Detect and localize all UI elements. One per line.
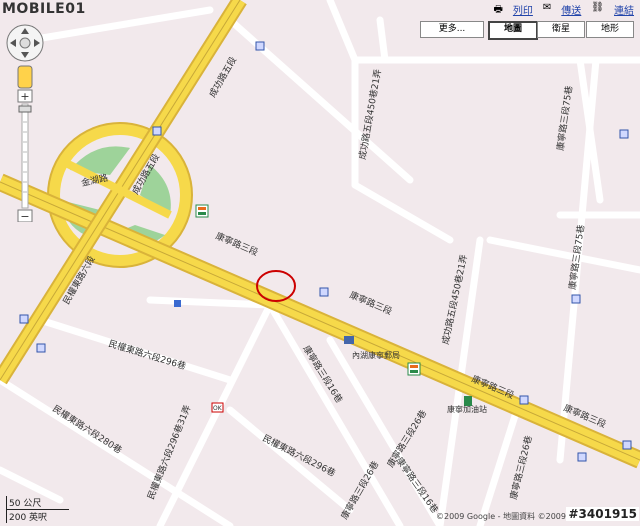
zoom-out-label: − <box>20 210 29 222</box>
link-link[interactable]: 連結 <box>614 2 634 19</box>
poi-ok-mart[interactable]: OK <box>211 402 224 413</box>
zoom-in-label: + <box>20 90 29 103</box>
poi-gas-station-label: 康寧加油站 <box>447 404 487 414</box>
map-type-terrain-button[interactable]: 地形 <box>586 21 634 38</box>
top-links: 🖶 列印 ✉ 傳送 ⛓ 連結 <box>493 2 634 19</box>
hand-icon[interactable] <box>19 37 31 49</box>
pegman-icon[interactable] <box>17 65 33 89</box>
poi-seven-eleven-b[interactable] <box>407 362 421 376</box>
zoom-slider-handle[interactable] <box>18 105 32 113</box>
parking-icon[interactable] <box>174 300 181 307</box>
poi-seven-eleven-a[interactable] <box>195 204 209 218</box>
map-canvas[interactable]: 成功路五段 成功路五段 成功路五段450巷21弄 金湖路 康寧路三段 康寧路三段… <box>0 0 640 526</box>
map-type-map-button[interactable]: 地圖 <box>488 21 538 40</box>
scale-imperial: 200 英呎 <box>6 510 69 523</box>
map-type-satellite-button[interactable]: 衛星 <box>537 21 585 38</box>
email-link[interactable]: 傳送 <box>561 2 581 19</box>
site-logo: MOBILE01 <box>2 1 86 17</box>
email-icon: ✉ <box>542 2 552 13</box>
print-icon: 🖶 <box>493 4 503 15</box>
scale-metric: 50 公尺 <box>6 496 69 510</box>
poi-post-office-label: 內湖康寧郵局 <box>352 350 400 360</box>
link-icon: ⛓ <box>591 2 604 13</box>
print-link[interactable]: 列印 <box>513 2 533 19</box>
scale-bar: 50 公尺 200 英呎 <box>6 496 69 523</box>
more-button[interactable]: 更多... <box>420 21 484 38</box>
nav-controls: + − <box>6 24 44 222</box>
watermark: #3401915 <box>566 507 639 521</box>
poi-ok-mart-label: OK <box>213 405 223 412</box>
